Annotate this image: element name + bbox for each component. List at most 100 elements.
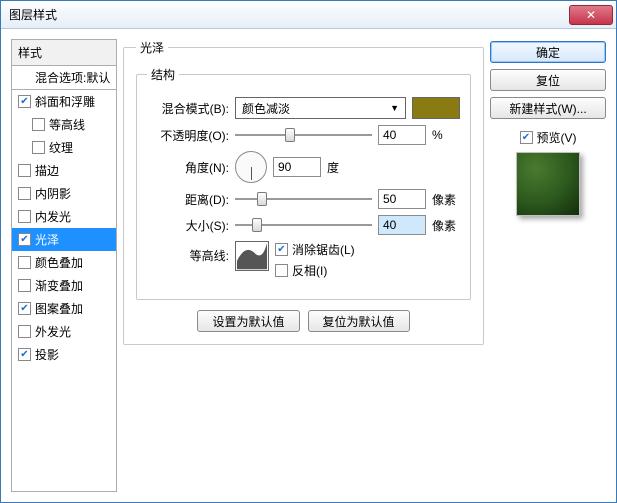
- reset-default-button[interactable]: 复位为默认值: [308, 310, 410, 332]
- opacity-label: 不透明度(O):: [147, 127, 229, 144]
- angle-dial[interactable]: [235, 151, 267, 183]
- style-label: 斜面和浮雕: [35, 93, 95, 110]
- style-label: 图案叠加: [35, 300, 83, 317]
- style-row[interactable]: 投影: [12, 343, 116, 366]
- style-row[interactable]: 纹理: [12, 136, 116, 159]
- opacity-input[interactable]: [378, 125, 426, 145]
- styles-panel: 样式 混合选项:默认斜面和浮雕等高线纹理描边内阴影内发光光泽颜色叠加渐变叠加图案…: [11, 39, 117, 492]
- checkbox-icon[interactable]: [18, 325, 31, 338]
- checkbox-icon[interactable]: [18, 256, 31, 269]
- style-row[interactable]: 内发光: [12, 205, 116, 228]
- style-label: 投影: [35, 346, 59, 363]
- contour-row: 等高线: 消除锯齿(L): [147, 241, 460, 279]
- style-row[interactable]: 光泽: [12, 228, 116, 251]
- antialias-label: 消除锯齿(L): [292, 241, 355, 258]
- dialog-body: 样式 混合选项:默认斜面和浮雕等高线纹理描边内阴影内发光光泽颜色叠加渐变叠加图案…: [1, 29, 616, 502]
- preview-label: 预览(V): [537, 129, 577, 146]
- style-label: 颜色叠加: [35, 254, 83, 271]
- styles-list: 混合选项:默认斜面和浮雕等高线纹理描边内阴影内发光光泽颜色叠加渐变叠加图案叠加外…: [12, 66, 116, 366]
- angle-unit: 度: [327, 159, 355, 176]
- close-button[interactable]: ✕: [569, 5, 613, 25]
- close-icon: ✕: [586, 8, 596, 22]
- size-input[interactable]: [378, 215, 426, 235]
- distance-unit: 像素: [432, 191, 460, 208]
- effect-group: 光泽 结构 混合模式(B): 颜色减淡 ▼ 不透明度(O):: [123, 39, 484, 345]
- reset-button[interactable]: 复位: [490, 69, 606, 91]
- preview-checkbox[interactable]: 预览(V): [520, 129, 577, 146]
- invert-label: 反相(I): [292, 262, 327, 279]
- structure-title: 结构: [147, 66, 179, 83]
- checkbox-icon[interactable]: [18, 95, 31, 108]
- antialias-checkbox[interactable]: 消除锯齿(L): [275, 241, 355, 258]
- slider-thumb[interactable]: [285, 128, 295, 142]
- invert-checkbox[interactable]: 反相(I): [275, 262, 355, 279]
- blend-mode-label: 混合模式(B):: [147, 100, 229, 117]
- style-row[interactable]: 内阴影: [12, 182, 116, 205]
- opacity-row: 不透明度(O): %: [147, 125, 460, 145]
- checkbox-icon[interactable]: [18, 233, 31, 246]
- window-title: 图层样式: [9, 6, 569, 23]
- checkbox-icon[interactable]: [18, 348, 31, 361]
- style-row[interactable]: 斜面和浮雕: [12, 90, 116, 113]
- opacity-slider[interactable]: [235, 126, 372, 144]
- checkbox-icon[interactable]: [18, 302, 31, 315]
- chevron-down-icon: ▼: [390, 103, 399, 113]
- blend-mode-dropdown[interactable]: 颜色减淡 ▼: [235, 97, 406, 119]
- titlebar: 图层样式 ✕: [1, 1, 616, 29]
- blend-mode-row: 混合模式(B): 颜色减淡 ▼: [147, 97, 460, 119]
- action-panel: 确定 复位 新建样式(W)... 预览(V): [490, 39, 606, 492]
- style-row[interactable]: 混合选项:默认: [12, 66, 116, 90]
- size-row: 大小(S): 像素: [147, 215, 460, 235]
- style-label: 混合选项:默认: [35, 69, 110, 86]
- distance-row: 距离(D): 像素: [147, 189, 460, 209]
- checkbox-icon: [520, 131, 533, 144]
- size-label: 大小(S):: [147, 217, 229, 234]
- preview-section: 预览(V): [490, 129, 606, 222]
- style-row[interactable]: 描边: [12, 159, 116, 182]
- slider-thumb[interactable]: [252, 218, 262, 232]
- style-row[interactable]: 渐变叠加: [12, 274, 116, 297]
- opacity-unit: %: [432, 128, 460, 142]
- distance-label: 距离(D):: [147, 191, 229, 208]
- style-row[interactable]: 等高线: [12, 113, 116, 136]
- distance-slider[interactable]: [235, 190, 372, 208]
- style-row[interactable]: 外发光: [12, 320, 116, 343]
- checkbox-icon: [275, 243, 288, 256]
- checkbox-icon[interactable]: [32, 141, 45, 154]
- checkbox-icon: [275, 264, 288, 277]
- style-label: 等高线: [49, 116, 85, 133]
- style-label: 纹理: [49, 139, 73, 156]
- checkbox-icon[interactable]: [18, 210, 31, 223]
- layer-style-dialog: 图层样式 ✕ 样式 混合选项:默认斜面和浮雕等高线纹理描边内阴影内发光光泽颜色叠…: [0, 0, 617, 503]
- distance-input[interactable]: [378, 189, 426, 209]
- checkbox-icon[interactable]: [32, 118, 45, 131]
- angle-row: 角度(N): 度: [147, 151, 460, 183]
- style-label: 描边: [35, 162, 59, 179]
- style-label: 外发光: [35, 323, 71, 340]
- default-buttons-row: 设置为默认值 复位为默认值: [136, 310, 471, 332]
- ok-button[interactable]: 确定: [490, 41, 606, 63]
- new-style-button[interactable]: 新建样式(W)...: [490, 97, 606, 119]
- style-row[interactable]: 图案叠加: [12, 297, 116, 320]
- style-label: 渐变叠加: [35, 277, 83, 294]
- style-label: 内阴影: [35, 185, 71, 202]
- checkbox-icon[interactable]: [18, 279, 31, 292]
- make-default-button[interactable]: 设置为默认值: [197, 310, 299, 332]
- styles-header: 样式: [12, 40, 116, 66]
- checkbox-icon[interactable]: [18, 187, 31, 200]
- size-unit: 像素: [432, 217, 460, 234]
- effect-group-title: 光泽: [136, 39, 168, 56]
- contour-picker[interactable]: [235, 241, 269, 271]
- structure-group: 结构 混合模式(B): 颜色减淡 ▼ 不透明度(O):: [136, 66, 471, 300]
- size-slider[interactable]: [235, 216, 372, 234]
- blend-mode-value: 颜色减淡: [242, 100, 290, 117]
- checkbox-icon[interactable]: [18, 164, 31, 177]
- preview-thumbnail: [516, 152, 580, 216]
- contour-label: 等高线:: [147, 241, 229, 264]
- angle-input[interactable]: [273, 157, 321, 177]
- settings-panel: 光泽 结构 混合模式(B): 颜色减淡 ▼ 不透明度(O):: [123, 39, 484, 492]
- angle-label: 角度(N):: [147, 159, 229, 176]
- style-row[interactable]: 颜色叠加: [12, 251, 116, 274]
- color-swatch[interactable]: [412, 97, 460, 119]
- slider-thumb[interactable]: [257, 192, 267, 206]
